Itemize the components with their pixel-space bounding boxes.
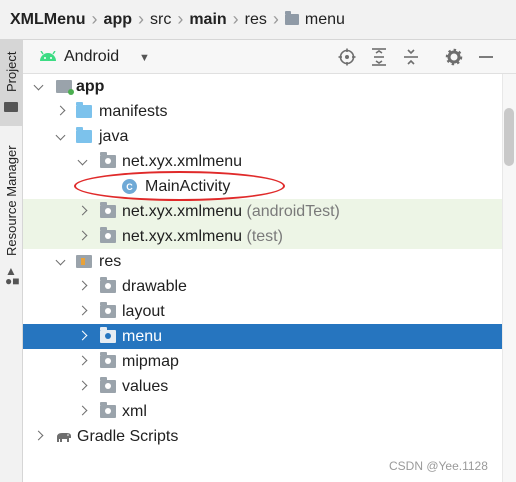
tree-node-menu[interactable]: menu [23, 324, 502, 349]
chevron-right-icon[interactable] [78, 281, 88, 291]
package-icon [100, 152, 116, 168]
tree-node-gradle-scripts[interactable]: Gradle Scripts [23, 424, 502, 449]
tree-node-drawable[interactable]: drawable [23, 274, 502, 299]
module-icon [56, 80, 74, 95]
chevron-right-icon[interactable] [56, 106, 66, 116]
scrollbar-thumb[interactable] [504, 108, 514, 166]
project-tree: app manifests java net.xyx.xmlmenu C Mai… [23, 74, 502, 482]
gear-icon[interactable] [444, 47, 464, 67]
resource-manager-tool-tab[interactable]: Resource Manager ▲ ●■ [0, 132, 22, 288]
tree-node-label: MainActivity [145, 177, 231, 195]
tree-node-package-test[interactable]: net.xyx.xmlmenu (test) [23, 224, 502, 249]
breadcrumb-chevron-icon: › [177, 9, 184, 29]
select-opened-file-icon[interactable] [337, 47, 357, 67]
collapse-all-icon[interactable] [401, 47, 421, 67]
class-icon: C [122, 179, 137, 194]
tree-node-label: drawable [122, 277, 187, 295]
project-tool-tab[interactable]: Project [0, 40, 22, 126]
tree-node-label: mipmap [122, 352, 179, 370]
view-mode-selector[interactable]: Android [64, 48, 119, 66]
folder-icon [4, 102, 18, 112]
breadcrumb-chevron-icon: › [138, 9, 144, 29]
package-name: net.xyx.xmlmenu [122, 227, 243, 245]
chevron-down-icon[interactable] [34, 83, 44, 93]
resource-folder-icon [76, 255, 92, 268]
tree-node-label: net.xyx.xmlmenu (androidTest) [122, 203, 340, 221]
package-icon [100, 227, 116, 243]
tree-node-app[interactable]: app [23, 74, 502, 99]
folder-icon [100, 377, 116, 393]
tree-node-mipmap[interactable]: mipmap [23, 349, 502, 374]
watermark: CSDN @Yee.1128 [389, 459, 488, 473]
project-tab-label: Project [4, 51, 19, 92]
breadcrumb-module[interactable]: app [104, 11, 132, 29]
breadcrumb: XMLMenu › app › src › main › res › menu [0, 0, 516, 40]
chevron-right-icon[interactable] [78, 206, 88, 216]
tree-node-label: manifests [99, 102, 168, 120]
tree-node-values[interactable]: values [23, 374, 502, 399]
chevron-right-icon[interactable] [78, 381, 88, 391]
project-toolbar: Android ▼ [23, 40, 516, 74]
breadcrumb-project[interactable]: XMLMenu [10, 11, 86, 29]
breadcrumb-menu-label: menu [304, 10, 345, 28]
tree-node-label: res [99, 252, 122, 270]
breadcrumb-chevron-icon: › [232, 9, 239, 29]
tree-node-label: net.xyx.xmlmenu (test) [122, 228, 283, 246]
tree-node-label: values [122, 377, 169, 395]
android-icon [40, 51, 56, 61]
folder-icon [100, 402, 116, 418]
folder-icon [100, 277, 116, 293]
chevron-right-icon[interactable] [78, 331, 88, 341]
folder-icon [76, 127, 92, 143]
folder-icon [284, 11, 299, 25]
breadcrumb-src[interactable]: src [150, 11, 171, 29]
resource-manager-tab-label: Resource Manager [4, 145, 19, 256]
breadcrumb-chevron-icon: › [91, 9, 98, 29]
resource-shapes-icon: ▲ ●■ [5, 264, 20, 288]
package-name: net.xyx.xmlmenu [122, 202, 243, 220]
tree-node-layout[interactable]: layout [23, 299, 502, 324]
tree-node-label: menu [122, 327, 163, 345]
gradle-elephant-icon [57, 433, 71, 442]
tool-window-strip: Project Resource Manager ▲ ●■ [0, 40, 23, 482]
tree-node-main-activity[interactable]: C MainActivity [23, 174, 502, 199]
chevron-right-icon[interactable] [78, 231, 88, 241]
tree-node-label: Gradle Scripts [77, 427, 179, 445]
tree-node-label: xml [122, 402, 147, 420]
breadcrumb-res[interactable]: res [245, 11, 267, 29]
chevron-down-icon[interactable] [56, 258, 66, 268]
tree-node-xml[interactable]: xml [23, 399, 502, 424]
folder-icon [100, 327, 116, 343]
tree-node-package-main[interactable]: net.xyx.xmlmenu [23, 149, 502, 174]
package-icon [100, 202, 116, 218]
chevron-down-icon[interactable] [56, 133, 66, 143]
dropdown-caret-icon[interactable]: ▼ [139, 52, 150, 64]
expand-all-icon[interactable] [369, 47, 389, 67]
chevron-right-icon[interactable] [78, 406, 88, 416]
tree-node-label: java [99, 127, 129, 145]
tree-node-label: net.xyx.xmlmenu [122, 152, 243, 170]
tree-node-res[interactable]: res [23, 249, 502, 274]
tree-node-package-android-test[interactable]: net.xyx.xmlmenu (androidTest) [23, 199, 502, 224]
folder-icon [100, 302, 116, 318]
breadcrumb-chevron-icon: › [272, 9, 279, 29]
breadcrumb-menu[interactable]: menu [284, 10, 345, 29]
tree-node-label: app [76, 77, 105, 95]
chevron-right-icon[interactable] [78, 306, 88, 316]
chevron-right-icon[interactable] [78, 356, 88, 366]
folder-icon [76, 102, 92, 118]
source-set-suffix: (androidTest) [246, 202, 340, 220]
source-set-suffix: (test) [246, 227, 283, 245]
tree-node-label: layout [122, 302, 165, 320]
hide-icon[interactable] [476, 47, 496, 67]
tree-node-java[interactable]: java [23, 124, 502, 149]
tree-node-manifests[interactable]: manifests [23, 99, 502, 124]
folder-icon [100, 352, 116, 368]
chevron-right-icon[interactable] [34, 431, 44, 441]
breadcrumb-main[interactable]: main [189, 11, 226, 29]
chevron-down-icon[interactable] [78, 158, 88, 168]
